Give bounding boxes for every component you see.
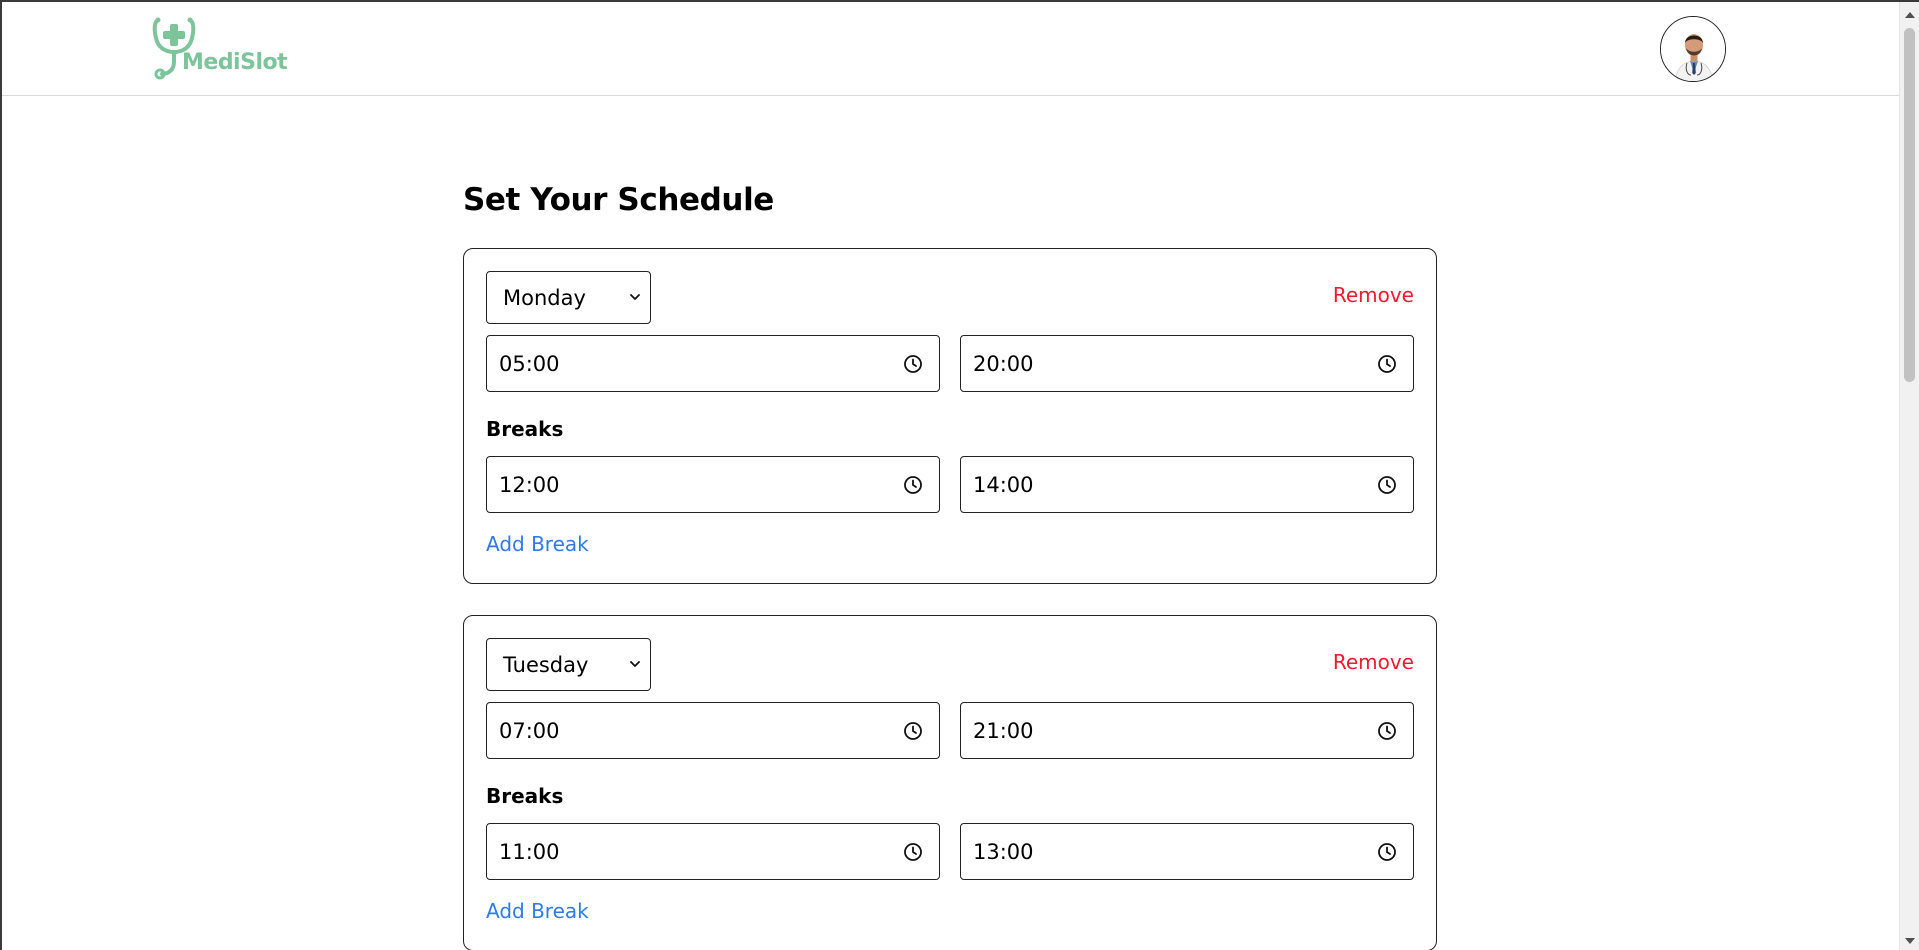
break-start-value: 12:00 xyxy=(499,472,560,497)
breaks-label: Breaks xyxy=(486,417,564,441)
remove-day-button[interactable]: Remove xyxy=(1333,650,1414,674)
breaks-label: Breaks xyxy=(486,784,564,808)
app-viewport: MediSlot Set Your Schedule Monday Remove… xyxy=(0,0,1919,950)
clock-icon[interactable] xyxy=(903,354,923,374)
start-time-input[interactable]: 05:00 xyxy=(486,335,940,392)
vertical-scrollbar[interactable] xyxy=(1899,2,1919,950)
start-time-input[interactable]: 07:00 xyxy=(486,702,940,759)
end-time-input[interactable]: 21:00 xyxy=(960,702,1414,759)
user-avatar[interactable] xyxy=(1660,16,1726,82)
remove-day-button[interactable]: Remove xyxy=(1333,283,1414,307)
add-break-button[interactable]: Add Break xyxy=(486,899,589,923)
break-end-value: 13:00 xyxy=(973,839,1034,864)
day-select-value: Monday xyxy=(503,285,586,310)
break-start-value: 11:00 xyxy=(499,839,560,864)
break-end-input[interactable]: 13:00 xyxy=(960,823,1414,880)
clock-icon[interactable] xyxy=(903,721,923,741)
clock-icon[interactable] xyxy=(903,475,923,495)
add-break-button[interactable]: Add Break xyxy=(486,532,589,556)
scrollbar-thumb[interactable] xyxy=(1904,28,1915,382)
scroll-up-arrow-icon[interactable] xyxy=(1900,6,1919,24)
top-navbar: MediSlot xyxy=(2,2,1899,96)
doctor-avatar-icon xyxy=(1661,17,1725,81)
clock-icon[interactable] xyxy=(903,842,923,862)
brand-name[interactable]: MediSlot xyxy=(182,50,288,75)
chevron-down-icon xyxy=(630,661,640,667)
clock-icon[interactable] xyxy=(1377,721,1397,741)
clock-icon[interactable] xyxy=(1377,475,1397,495)
end-time-value: 20:00 xyxy=(973,351,1034,376)
start-time-value: 07:00 xyxy=(499,718,560,743)
clock-icon[interactable] xyxy=(1377,842,1397,862)
scroll-down-arrow-icon[interactable] xyxy=(1900,932,1919,950)
day-schedule-card: Tuesday Remove 07:00 21:00 Breaks 11:00 xyxy=(463,615,1437,950)
day-schedule-card: Monday Remove 05:00 20:00 Breaks 12:00 1… xyxy=(463,248,1437,584)
end-time-input[interactable]: 20:00 xyxy=(960,335,1414,392)
break-start-input[interactable]: 12:00 xyxy=(486,456,940,513)
clock-icon[interactable] xyxy=(1377,354,1397,374)
chevron-down-icon xyxy=(630,294,640,300)
break-end-input[interactable]: 14:00 xyxy=(960,456,1414,513)
break-end-value: 14:00 xyxy=(973,472,1034,497)
start-time-value: 05:00 xyxy=(499,351,560,376)
break-start-input[interactable]: 11:00 xyxy=(486,823,940,880)
day-select-value: Tuesday xyxy=(503,652,589,677)
day-select[interactable]: Monday xyxy=(486,271,651,324)
end-time-value: 21:00 xyxy=(973,718,1034,743)
page-title: Set Your Schedule xyxy=(463,182,774,218)
day-select[interactable]: Tuesday xyxy=(486,638,651,691)
